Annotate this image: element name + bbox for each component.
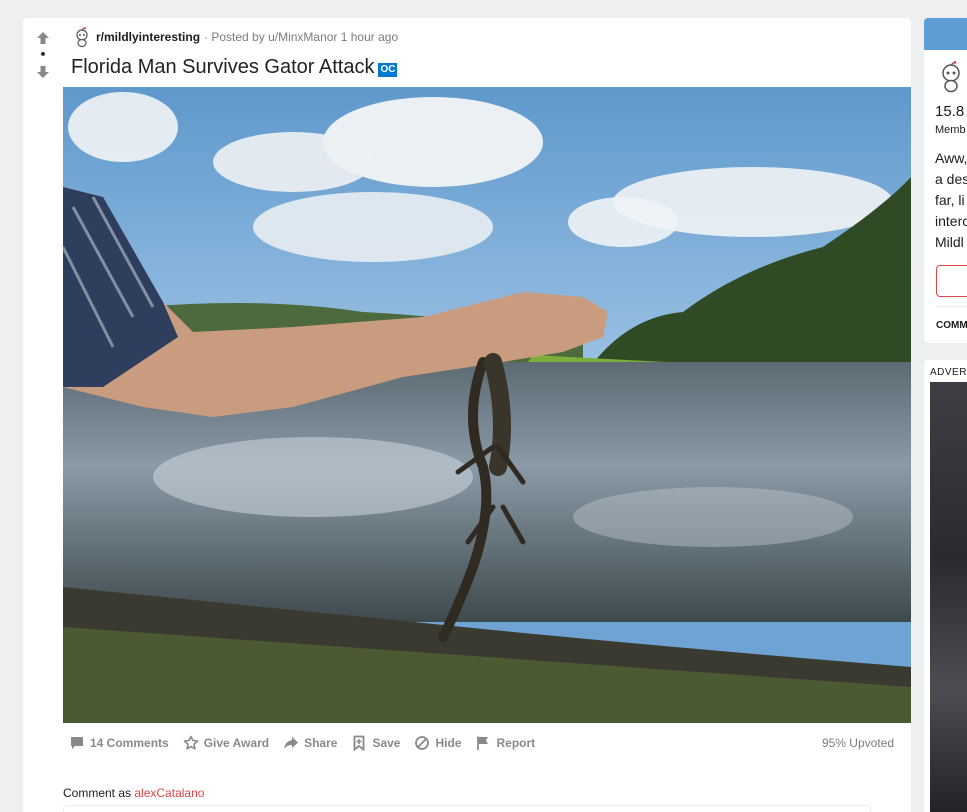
join-button[interactable] <box>936 265 967 297</box>
community-sidebar-card: 15.8 Memb Aww, a des far, li interc Mild… <box>924 18 967 343</box>
comment-input[interactable] <box>63 805 871 812</box>
vote-score: • <box>39 48 47 61</box>
share-button[interactable]: Share <box>283 735 337 751</box>
hide-icon <box>415 736 430 750</box>
post-meta: r/mildlyinteresting · Posted by u/MinxMa… <box>72 26 398 48</box>
comments-label: 14 Comments <box>90 736 169 750</box>
vote-bar: • <box>23 18 63 84</box>
give-award-label: Give Award <box>203 736 270 750</box>
give-award-button[interactable]: Give Award <box>183 735 269 751</box>
save-label: Save <box>372 736 401 750</box>
sidebar-divider <box>936 306 967 307</box>
share-icon <box>284 737 299 749</box>
share-label: Share <box>304 736 338 750</box>
member-count: 15.8 <box>935 103 965 120</box>
post-title[interactable]: Florida Man Survives Gator Attack <box>71 56 374 79</box>
downvote-arrow-icon <box>37 66 49 78</box>
comment-as-prefix: Comment as <box>63 786 132 800</box>
description-line: interc <box>935 213 967 229</box>
description-line: Aww, <box>935 150 967 166</box>
community-options-label[interactable]: COMM <box>936 320 967 331</box>
report-button[interactable]: Report <box>475 735 535 751</box>
post-card: • r/mildlyinteresting · Posted by u/Minx… <box>23 18 911 812</box>
advertisement-card: ADVERT <box>924 360 967 812</box>
comment-as-username[interactable]: alexCatalano <box>134 786 204 800</box>
award-icon <box>183 735 199 750</box>
title-row: Florida Man Survives Gator Attack OC <box>71 56 398 79</box>
ad-image[interactable] <box>930 382 967 812</box>
hide-button[interactable]: Hide <box>414 735 461 751</box>
hide-label: Hide <box>435 736 462 750</box>
save-icon <box>354 735 365 751</box>
upvote-arrow-icon <box>37 32 49 44</box>
downvote-button[interactable] <box>31 60 55 84</box>
posted-by: · Posted by u/MinxManor 1 hour ago <box>204 30 399 44</box>
report-label: Report <box>496 736 536 750</box>
description-line: far, li <box>935 192 965 208</box>
post-actions: 14 Comments Give Award Share Save Hide R… <box>69 731 549 755</box>
save-button[interactable]: Save <box>351 735 400 751</box>
ad-label: ADVERT <box>930 367 967 378</box>
community-snoo-icon <box>938 61 964 97</box>
upvoted-percentage: 95% Upvoted <box>821 736 894 750</box>
description-line: Mildl <box>935 234 964 250</box>
subreddit-link[interactable]: r/mildlyinteresting <box>96 30 200 44</box>
subreddit-snoo-icon[interactable] <box>72 27 92 47</box>
post-image[interactable] <box>63 87 911 723</box>
gator-photo <box>63 87 911 723</box>
members-label: Memb <box>935 124 966 136</box>
upvote-button[interactable] <box>31 26 55 50</box>
community-description: Aww, a des far, li interc Mildl <box>935 148 967 253</box>
comments-button[interactable]: 14 Comments <box>69 735 169 751</box>
report-flag-icon <box>477 736 489 750</box>
oc-flair-badge: OC <box>378 63 398 77</box>
sidebar-header <box>924 18 967 50</box>
comment-icon <box>71 737 83 749</box>
description-line: a des <box>935 171 967 187</box>
comment-as: Comment as alexCatalano <box>63 786 204 800</box>
